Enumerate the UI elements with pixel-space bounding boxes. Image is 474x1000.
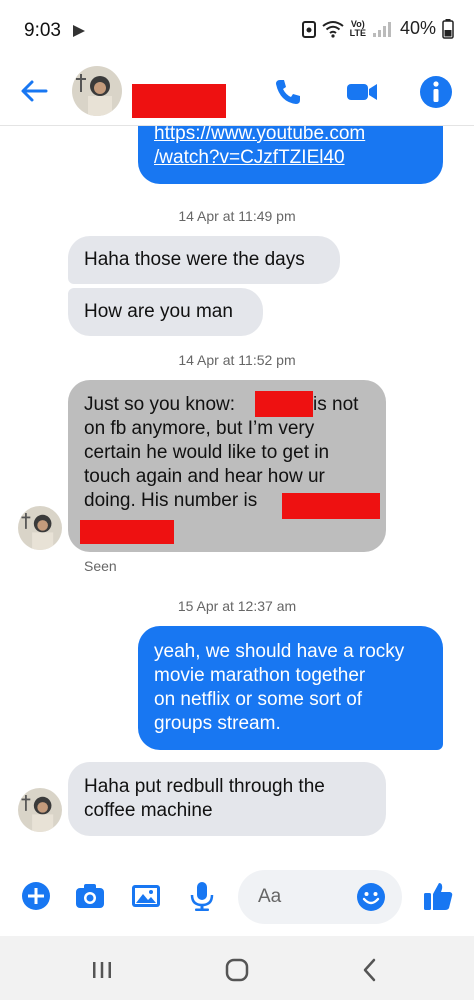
youtube-link-line-1[interactable]: https://www.youtube.com	[154, 126, 427, 146]
back-arrow-icon[interactable]	[18, 75, 50, 107]
message-text: yeah, we should have a rocky	[154, 641, 405, 662]
message-composer: Aa	[0, 858, 474, 936]
incoming-message[interactable]: Haha put redbull through the coffee mach…	[68, 762, 386, 836]
message-text: certain he would like to get in	[84, 442, 330, 463]
incoming-message[interactable]: How are you man	[68, 288, 263, 336]
message-text: coffee machine	[84, 800, 213, 821]
status-bar: 9:03 Vo) LTE 40%	[0, 0, 474, 60]
play-store-notification-icon	[73, 25, 85, 37]
outgoing-message[interactable]: yeah, we should have a rocky movie marat…	[138, 626, 443, 750]
system-navigation-bar	[0, 936, 474, 1000]
lte-label: LTE	[349, 27, 366, 38]
microphone-icon[interactable]	[186, 880, 218, 912]
info-icon[interactable]	[418, 74, 454, 110]
avatar-image	[18, 788, 62, 832]
chat-header	[0, 60, 474, 126]
data-saver-icon	[301, 20, 316, 38]
messenger-chat-screen: 9:03 Vo) LTE 40% https://www.youtube.com…	[0, 0, 474, 1000]
volte-icon: Vo) LTE	[349, 19, 366, 38]
gallery-image-icon[interactable]	[130, 880, 162, 912]
timestamp: 14 Apr at 11:52 pm	[178, 352, 296, 368]
message-input[interactable]: Aa	[238, 870, 402, 924]
message-text: movie marathon together	[154, 665, 366, 686]
message-text: is not	[313, 394, 359, 415]
avatar-image	[18, 506, 62, 550]
message-input-placeholder: Aa	[258, 886, 282, 907]
timestamp: 14 Apr at 11:49 pm	[178, 208, 296, 224]
avatar-image	[72, 66, 122, 116]
timestamp: 15 Apr at 12:37 am	[177, 598, 297, 614]
camera-icon[interactable]	[74, 880, 106, 912]
youtube-link-line-2[interactable]: /watch?v=CJzfTZIEl40	[154, 146, 427, 170]
name-redacted	[255, 391, 313, 417]
message-text: on netflix or some sort of	[154, 689, 363, 710]
emoji-icon[interactable]	[356, 882, 386, 912]
video-call-icon[interactable]	[344, 74, 380, 110]
message-text: on fb anymore, but I’m very	[84, 418, 315, 439]
sender-avatar[interactable]	[18, 506, 62, 550]
more-actions-plus-icon[interactable]	[20, 880, 52, 912]
message-text: touch again and hear how ur	[84, 466, 325, 487]
thumbs-up-icon[interactable]	[422, 880, 454, 912]
battery-icon	[442, 18, 454, 39]
message-text: Haha put redbull through the	[84, 776, 325, 797]
home-icon[interactable]	[223, 956, 251, 984]
message-list[interactable]: https://www.youtube.com /watch?v=CJzfTZI…	[0, 126, 474, 856]
contact-name-redacted	[132, 84, 226, 118]
signal-icon	[372, 21, 391, 37]
outgoing-link-message[interactable]: https://www.youtube.com /watch?v=CJzfTZI…	[138, 126, 443, 184]
status-time: 9:03	[24, 20, 61, 41]
message-text: Just so you know:	[84, 394, 236, 415]
incoming-message[interactable]: Haha those were the days	[68, 236, 340, 284]
phone-number-redacted	[282, 493, 380, 519]
seen-indicator: Seen	[84, 558, 117, 574]
battery-percent: 40%	[399, 18, 436, 38]
message-text: Haha those were the days	[84, 249, 305, 270]
wifi-icon	[322, 20, 344, 38]
sender-avatar[interactable]	[18, 788, 62, 832]
back-nav-icon[interactable]	[356, 956, 384, 984]
recent-apps-icon[interactable]	[88, 956, 116, 984]
status-icons: Vo) LTE 40%	[301, 18, 454, 39]
phone-number-redacted	[80, 520, 174, 544]
message-text: groups stream.	[154, 713, 281, 734]
contact-avatar[interactable]	[72, 66, 122, 116]
message-text: How are you man	[84, 301, 233, 322]
phone-call-icon[interactable]	[270, 74, 306, 110]
